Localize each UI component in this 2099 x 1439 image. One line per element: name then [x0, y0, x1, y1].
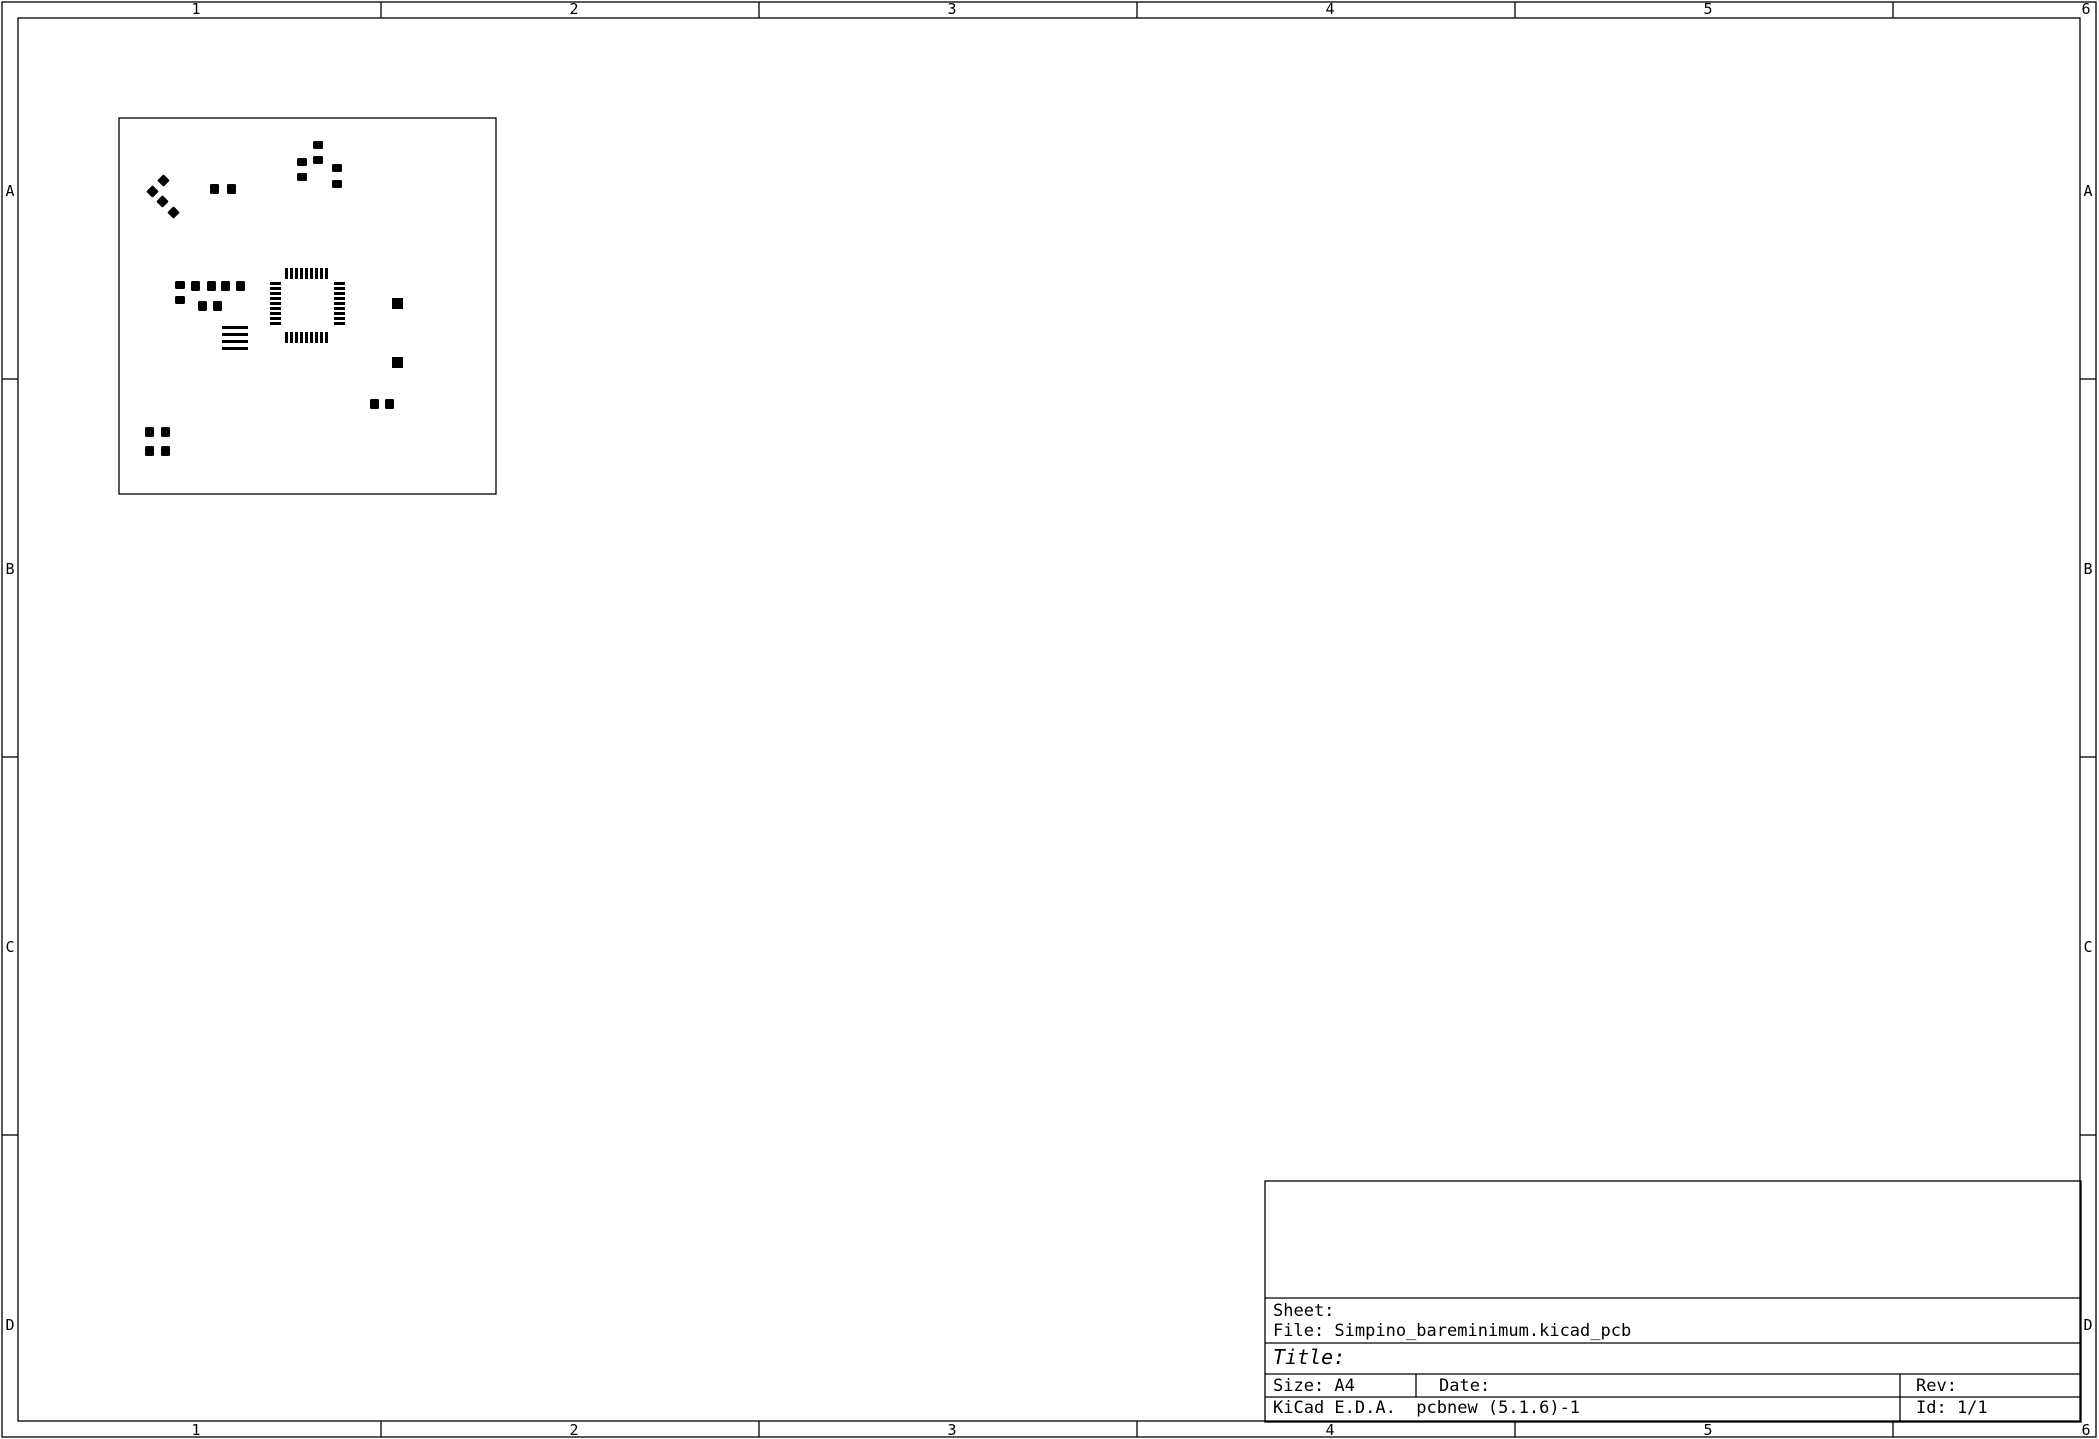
- id-label: Id: 1/1: [1916, 1398, 1988, 1418]
- row-label-right: D: [2083, 1316, 2092, 1334]
- column-label-bottom: 6: [2081, 1421, 2090, 1439]
- date-label: Date:: [1439, 1376, 1490, 1396]
- pcb-board: [118, 117, 497, 495]
- rev-label: Rev:: [1916, 1376, 1957, 1396]
- column-label-top: 1: [191, 0, 200, 18]
- sheet-label: Sheet:: [1273, 1301, 1334, 1321]
- outer-frame: [1, 1, 2097, 1438]
- pad-group-row: [175, 281, 245, 311]
- inner-frame: [17, 17, 2081, 1422]
- column-label-bottom: 3: [947, 1421, 956, 1439]
- column-label-top: 4: [1325, 0, 1334, 18]
- pad-group-bars: [222, 326, 248, 350]
- title-label: Title:: [1273, 1345, 1345, 1369]
- column-label-bottom: 2: [569, 1421, 578, 1439]
- row-label-right: A: [2083, 182, 2092, 200]
- row-label-right: C: [2083, 938, 2092, 956]
- row-label-left: D: [5, 1316, 14, 1334]
- column-label-bottom: 5: [1703, 1421, 1712, 1439]
- row-label-left: B: [5, 560, 14, 578]
- pad-group-square: [392, 298, 403, 368]
- column-label-bottom: 4: [1325, 1421, 1334, 1439]
- row-ticks: [2, 378, 2096, 1136]
- pad-group-quad: [145, 427, 170, 456]
- pad-group-sot: [297, 141, 342, 188]
- size-label: Size: A4: [1273, 1376, 1355, 1396]
- pad-group-c2: [370, 399, 394, 409]
- column-label-top: 3: [947, 0, 956, 18]
- pad-group-qfp: [270, 268, 345, 343]
- pad-group-diamond: [146, 174, 180, 219]
- row-label-left: A: [5, 182, 14, 200]
- title-block: Sheet: File: Simpino_bareminimum.kicad_p…: [1264, 1180, 2082, 1423]
- drawing-sheet: 1 2 3 4 5 6 1 2 3 4 5 6 A B C D A B C D: [1, 0, 2097, 1439]
- row-label-right: B: [2083, 560, 2092, 578]
- pad-group-c1: [210, 184, 236, 194]
- column-label-bottom: 1: [191, 1421, 200, 1439]
- software-label: KiCad E.D.A. pcbnew (5.1.6)-1: [1273, 1398, 1580, 1418]
- column-ticks: [380, 2, 1894, 1437]
- file-label: File: Simpino_bareminimum.kicad_pcb: [1273, 1321, 1631, 1341]
- column-label-top: 2: [569, 0, 578, 18]
- board-outline: [118, 117, 497, 495]
- column-label-top: 5: [1703, 0, 1712, 18]
- column-label-top: 6: [2081, 0, 2090, 18]
- row-label-left: C: [5, 938, 14, 956]
